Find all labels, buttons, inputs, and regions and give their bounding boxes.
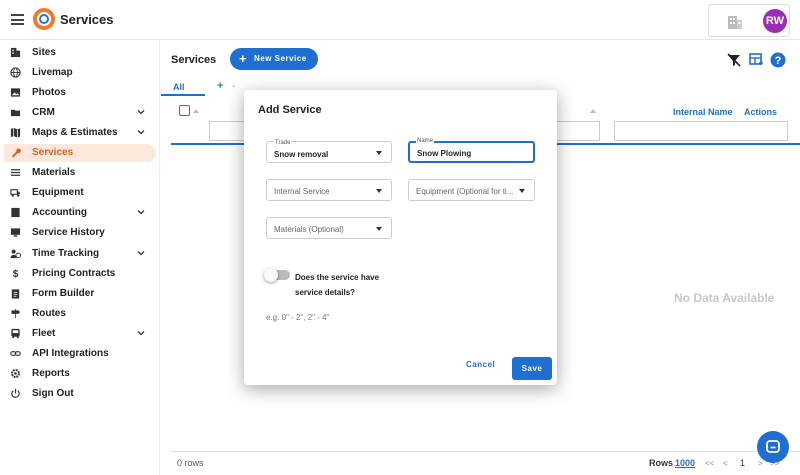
toggle-knob [264,268,278,282]
trade-select[interactable]: Trade Snow removal [266,140,392,163]
dropdown-caret-icon [376,189,382,193]
equipment-select[interactable]: Equipment (Optional for ti... [408,179,535,201]
trade-value: Snow removal [274,150,329,159]
name-input[interactable]: Name Snow Plowing [408,138,535,163]
dropdown-caret-icon [376,151,382,155]
materials-placeholder: Materials (Optional) [274,225,344,234]
internal-service-select[interactable]: Internal Service [266,179,392,201]
service-details-hint: e.g. 0" - 2", 2" - 4" [266,313,330,322]
modal-backdrop: Add Service Trade Snow removal Name Snow… [0,0,800,475]
dropdown-caret-icon [519,189,525,193]
cancel-button[interactable]: Cancel [466,360,495,369]
equipment-placeholder: Equipment (Optional for ti... [416,187,514,196]
materials-select[interactable]: Materials (Optional) [266,217,392,239]
add-service-dialog: Add Service Trade Snow removal Name Snow… [244,90,557,385]
name-value: Snow Plowing [417,149,472,158]
name-label: Name [416,138,435,144]
save-button[interactable]: Save [512,357,552,380]
internal-service-placeholder: Internal Service [274,187,330,196]
service-details-toggle-label: Does the service have service details? [295,273,380,297]
service-details-toggle[interactable] [264,268,290,282]
trade-label: Trade [274,140,292,146]
dropdown-caret-icon [376,227,382,231]
dialog-title: Add Service [258,104,322,116]
